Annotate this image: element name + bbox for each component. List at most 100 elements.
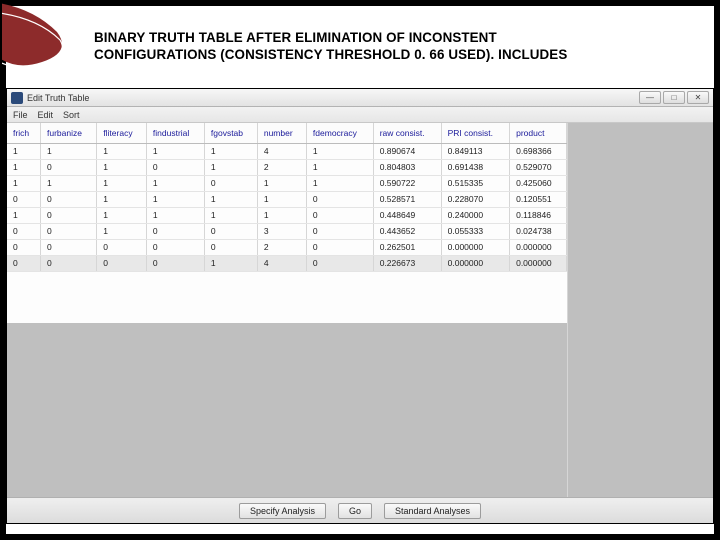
table-row[interactable]: 00111100.5285710.2280700.120551 [7,191,567,207]
table-cell: 0.226673 [373,255,441,271]
column-header[interactable]: number [257,123,306,143]
table-cell: 1 [7,143,41,159]
table-row[interactable]: 00000200.2625010.0000000.000000 [7,239,567,255]
menu-sort[interactable]: Sort [63,110,80,120]
table-cell: 0 [204,239,257,255]
table-cell: 1 [41,175,97,191]
column-header[interactable]: product [510,123,567,143]
table-cell: 0.024738 [510,223,567,239]
table-cell: 0 [7,255,41,271]
menu-edit[interactable]: Edit [38,110,54,120]
table-cell: 0.000000 [510,255,567,271]
table-cell: 1 [257,175,306,191]
table-cell: 0 [306,191,373,207]
column-header[interactable]: furbanize [41,123,97,143]
table-cell: 0.528571 [373,191,441,207]
specify-analysis-button[interactable]: Specify Analysis [239,503,326,519]
table-cell: 0 [306,223,373,239]
app-window: Edit Truth Table — □ ✕ File Edit Sort fr… [6,88,714,524]
table-cell: 0.529070 [510,159,567,175]
table-row[interactable]: 10101210.8048030.6914380.529070 [7,159,567,175]
column-header[interactable]: PRI consist. [441,123,509,143]
table-cell: 1 [146,143,204,159]
table-cell: 0.698366 [510,143,567,159]
slide-title-line1: BINARY TRUTH TABLE AFTER ELIMINATION OF … [94,30,704,47]
table-cell: 4 [257,143,306,159]
close-button[interactable]: ✕ [687,91,709,104]
table-cell: 1 [306,175,373,191]
table-cell: 0.000000 [441,239,509,255]
table-cell: 1 [257,191,306,207]
column-header[interactable]: fliteracy [97,123,147,143]
window-title: Edit Truth Table [27,93,89,103]
table-cell: 3 [257,223,306,239]
table-row[interactable]: 00100300.4436520.0553330.024738 [7,223,567,239]
table-cell: 0 [306,207,373,223]
column-header[interactable]: frich [7,123,41,143]
table-cell: 1 [204,255,257,271]
standard-analyses-button[interactable]: Standard Analyses [384,503,481,519]
table-cell: 0 [7,191,41,207]
table-cell: 0.000000 [441,255,509,271]
minimize-button[interactable]: — [639,91,661,104]
column-header[interactable]: raw consist. [373,123,441,143]
column-header[interactable]: findustrial [146,123,204,143]
table-cell: 0.448649 [373,207,441,223]
table-cell: 1 [7,207,41,223]
table-cell: 2 [257,239,306,255]
table-cell: 1 [306,159,373,175]
table-cell: 0.691438 [441,159,509,175]
table-cell: 0 [146,239,204,255]
table-row[interactable]: 00001400.2266730.0000000.000000 [7,255,567,271]
table-cell: 0 [97,239,147,255]
table-cell: 1 [204,159,257,175]
table-cell: 0.000000 [510,239,567,255]
table-cell: 0.804803 [373,159,441,175]
table-cell: 0 [41,255,97,271]
maximize-button[interactable]: □ [663,91,685,104]
table-row[interactable]: 11110110.5907220.5153350.425060 [7,175,567,191]
table-cell: 0 [204,223,257,239]
table-cell: 0 [306,239,373,255]
table-cell: 0 [41,191,97,207]
table-cell: 1 [97,159,147,175]
table-cell: 0 [146,159,204,175]
titlebar: Edit Truth Table — □ ✕ [7,89,713,107]
menubar: File Edit Sort [7,107,713,123]
side-fill [567,123,713,497]
table-cell: 0 [41,159,97,175]
app-icon [11,92,23,104]
table-cell: 0 [41,239,97,255]
table-cell: 0.890674 [373,143,441,159]
table-cell: 0 [146,223,204,239]
table-cell: 0 [146,255,204,271]
table-cell: 0 [97,255,147,271]
table-cell: 0 [7,223,41,239]
table-cell: 1 [97,143,147,159]
table-cell: 1 [306,143,373,159]
table-cell: 1 [97,207,147,223]
table-cell: 0 [7,239,41,255]
table-cell: 0 [204,175,257,191]
grey-fill [7,323,567,497]
table-cell: 1 [204,191,257,207]
table-cell: 0.425060 [510,175,567,191]
table-cell: 0 [41,223,97,239]
menu-file[interactable]: File [13,110,28,120]
column-header[interactable]: fdemocracy [306,123,373,143]
table-cell: 0.590722 [373,175,441,191]
table-row[interactable]: 11111410.8906740.8491130.698366 [7,143,567,159]
table-cell: 1 [41,143,97,159]
table-row[interactable]: 10111100.4486490.2400000.118846 [7,207,567,223]
table-cell: 0.849113 [441,143,509,159]
slide-title: BINARY TRUTH TABLE AFTER ELIMINATION OF … [94,30,704,64]
table-cell: 0.515335 [441,175,509,191]
table-cell: 0.240000 [441,207,509,223]
bottom-bar: Specify Analysis Go Standard Analyses [7,497,713,523]
table-cell: 1 [146,191,204,207]
table-cell: 0.120551 [510,191,567,207]
column-header[interactable]: fgovstab [204,123,257,143]
table-cell: 0.118846 [510,207,567,223]
go-button[interactable]: Go [338,503,372,519]
table-cell: 2 [257,159,306,175]
